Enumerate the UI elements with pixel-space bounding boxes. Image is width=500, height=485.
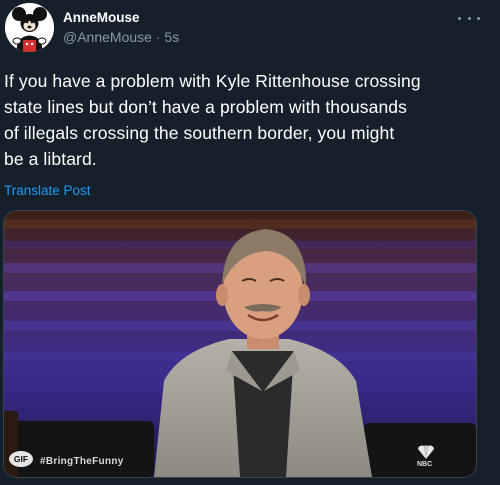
- gif-badge: GIF: [9, 451, 33, 467]
- more-options-button[interactable]: [458, 11, 480, 25]
- tweet: AnneMouse @AnneMouse · 5s If you have a …: [0, 0, 500, 485]
- handle-row: @AnneMouse · 5s: [63, 29, 179, 45]
- tweet-text: If you have a problem with Kyle Rittenho…: [4, 71, 421, 169]
- timestamp[interactable]: 5s: [164, 29, 179, 45]
- display-name[interactable]: AnneMouse: [63, 10, 140, 25]
- handle[interactable]: @AnneMouse: [63, 29, 152, 45]
- mickey-mouse-icon: [5, 3, 54, 52]
- more-dot-icon: [467, 16, 471, 20]
- translate-post-link[interactable]: Translate Post: [4, 183, 91, 198]
- network-logo-label: NBC: [417, 461, 433, 468]
- nbc-peacock-logo-icon: [418, 445, 434, 459]
- gif-frame: [4, 211, 476, 477]
- gif-hashtag-caption: #BringTheFunny: [40, 456, 124, 467]
- gif-media[interactable]: GIF #BringTheFunny NBC: [3, 210, 477, 478]
- separator: ·: [155, 29, 161, 45]
- more-dot-icon: [477, 16, 480, 20]
- more-dot-icon: [458, 16, 461, 20]
- avatar[interactable]: [5, 3, 54, 52]
